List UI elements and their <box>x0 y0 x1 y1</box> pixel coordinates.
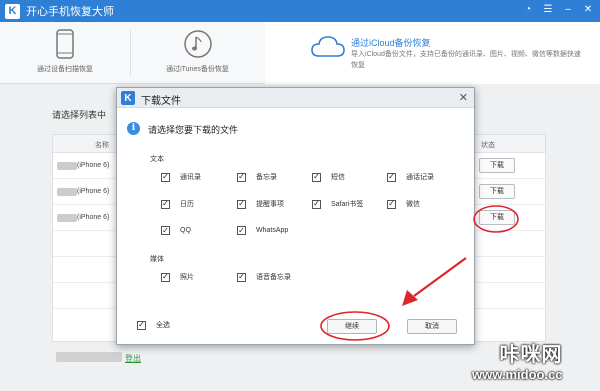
nav-icloud-title: 通过iCloud备份恢复 <box>351 38 431 48</box>
option-contacts[interactable]: ✓ 通讯录 <box>161 172 201 182</box>
option-notes[interactable]: ✓ 备忘录 <box>237 172 277 182</box>
checkbox-checked[interactable]: ✓ <box>237 172 246 182</box>
download-button[interactable]: 下载 <box>479 158 515 173</box>
menu-icon[interactable]: ☰ <box>542 4 554 15</box>
checkbox-checked[interactable]: ✓ <box>237 226 246 235</box>
option-whatsapp[interactable]: ✓ WhatsApp <box>237 226 288 235</box>
checkbox-checked[interactable]: ✓ <box>161 199 170 209</box>
checkbox-checked[interactable]: ✓ <box>387 172 396 182</box>
option-call-log[interactable]: ✓ 通话记录 <box>387 172 434 182</box>
logout-link[interactable]: 登出 <box>125 353 141 364</box>
device-name: (iPhone 6) <box>77 188 110 195</box>
redacted-text <box>57 162 77 170</box>
option-photos[interactable]: ✓ 照片 <box>161 272 194 282</box>
info-icon: i <box>127 122 140 135</box>
wechat-icon[interactable]: ◔ <box>522 4 534 15</box>
watermark-title: 咔咪网 <box>499 344 563 366</box>
nav-device-scan-label: 通过设备扫描恢复 <box>37 66 93 73</box>
nav-itunes-backup-label: 通过iTunes备份恢复 <box>166 66 229 73</box>
app-logo-icon: K <box>5 3 20 19</box>
title-bar: K 开心手机恢复大师 ◔ ☰ – ✕ <box>0 0 600 22</box>
checkbox-checked[interactable]: ✓ <box>161 226 170 235</box>
nav-device-scan[interactable]: 通过设备扫描恢复 <box>0 22 130 84</box>
text-section-label: 文本 <box>150 156 164 163</box>
download-dialog: K 下载文件 ✕ i 请选择您要下载的文件 文本 ✓ 通讯录 ✓ 备忘录 ✓ 短信 ✓… <box>116 87 475 345</box>
column-name: 名称 <box>95 142 109 149</box>
checkbox-checked[interactable]: ✓ <box>312 199 321 209</box>
download-button[interactable]: 下载 <box>479 210 515 225</box>
option-reminders[interactable]: ✓ 提醒事项 <box>237 199 284 209</box>
checkbox-checked[interactable]: ✓ <box>161 272 170 282</box>
cloud-icon <box>311 36 345 57</box>
cancel-button[interactable]: 取消 <box>407 319 457 334</box>
redacted-text <box>57 188 77 196</box>
select-all[interactable]: ✓ 全选 <box>137 320 170 330</box>
watermark: 咔咪网 www.midoo.cc <box>472 338 563 382</box>
app-logo-icon: K <box>121 91 135 105</box>
music-note-icon <box>183 30 212 58</box>
checkbox-checked[interactable]: ✓ <box>237 199 246 209</box>
minimize-icon[interactable]: – <box>562 4 574 15</box>
nav-itunes-backup[interactable]: 通过iTunes备份恢复 <box>130 22 265 84</box>
dialog-prompt: 请选择您要下载的文件 <box>148 125 239 135</box>
checkbox-checked[interactable]: ✓ <box>161 172 170 182</box>
column-status: 状态 <box>481 142 495 149</box>
option-safari-bookmarks[interactable]: ✓ Safari书签 <box>312 199 363 209</box>
option-voice-memos[interactable]: ✓ 语音备忘录 <box>237 272 291 282</box>
window-controls: ◔ ☰ – ✕ <box>522 4 594 15</box>
checkbox-checked[interactable]: ✓ <box>312 172 321 182</box>
redacted-text <box>57 214 77 222</box>
phone-icon <box>56 29 74 59</box>
checkbox-checked[interactable]: ✓ <box>387 199 396 209</box>
checkbox-checked[interactable]: ✓ <box>237 272 246 282</box>
download-button[interactable]: 下载 <box>479 184 515 199</box>
close-icon[interactable]: ✕ <box>582 4 594 15</box>
app-title: 开心手机恢复大师 <box>26 6 114 18</box>
device-name: (iPhone 6) <box>77 162 110 169</box>
media-section-label: 媒体 <box>150 256 164 263</box>
close-icon[interactable]: ✕ <box>459 91 468 104</box>
device-name: (iPhone 6) <box>77 214 110 221</box>
dialog-title: 下载文件 <box>141 96 181 107</box>
nav-icloud-desc: 导入iCloud备份文件，支持已备份的通讯录、图片、视频、微信等数据快速恢复 <box>351 51 581 69</box>
main-instruction: 请选择列表中 <box>52 110 107 120</box>
option-wechat[interactable]: ✓ 微信 <box>387 199 420 209</box>
mode-nav: 通过设备扫描恢复 通过iTunes备份恢复 通过iCloud备份恢复 导入iCl… <box>0 22 600 84</box>
nav-icloud-backup[interactable]: 通过iCloud备份恢复 导入iCloud备份文件，支持已备份的通讯录、图片、视… <box>265 22 600 84</box>
watermark-url: www.midoo.cc <box>472 367 563 382</box>
option-qq[interactable]: ✓ QQ <box>161 226 191 235</box>
option-calendar[interactable]: ✓ 日历 <box>161 199 194 209</box>
continue-button[interactable]: 继续 <box>327 319 377 334</box>
dialog-header: K 下载文件 ✕ <box>117 88 474 108</box>
checkbox-checked[interactable]: ✓ <box>137 320 146 330</box>
option-sms[interactable]: ✓ 短信 <box>312 172 345 182</box>
redacted-account <box>56 352 122 362</box>
